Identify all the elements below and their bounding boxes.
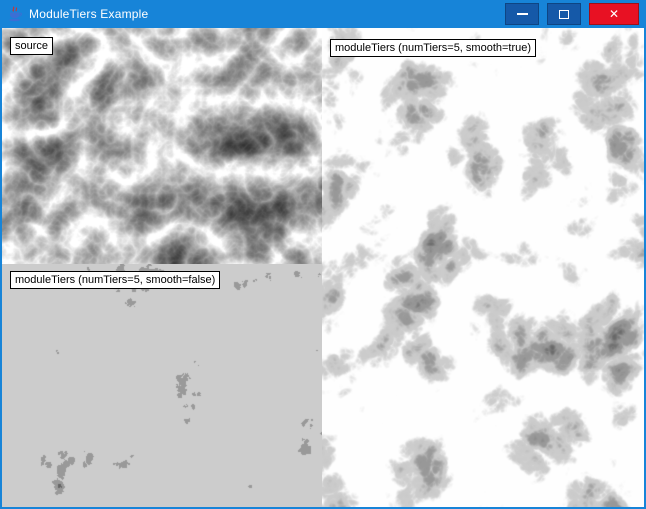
close-icon: ✕ — [609, 8, 619, 20]
window-controls: ✕ — [505, 3, 639, 25]
window-title: ModuleTiers Example — [29, 7, 148, 21]
maximize-icon — [559, 10, 569, 19]
titlebar[interactable]: ModuleTiers Example ✕ — [0, 0, 646, 28]
minimize-button[interactable] — [505, 3, 539, 25]
app-window: ModuleTiers Example ✕ source moduleTiers… — [0, 0, 646, 509]
tiers-smooth-true-label: moduleTiers (numTiers=5, smooth=true) — [330, 39, 536, 57]
content-area: source moduleTiers (numTiers=5, smooth=t… — [2, 28, 644, 507]
tiers-smooth-true-image — [322, 28, 644, 507]
minimize-icon — [517, 13, 528, 15]
close-button[interactable]: ✕ — [589, 3, 639, 25]
maximize-button[interactable] — [547, 3, 581, 25]
source-image-label: source — [10, 37, 53, 55]
tiers-smooth-false-image — [2, 264, 322, 507]
tiers-smooth-false-label: moduleTiers (numTiers=5, smooth=false) — [10, 271, 220, 289]
java-app-icon — [7, 6, 23, 22]
